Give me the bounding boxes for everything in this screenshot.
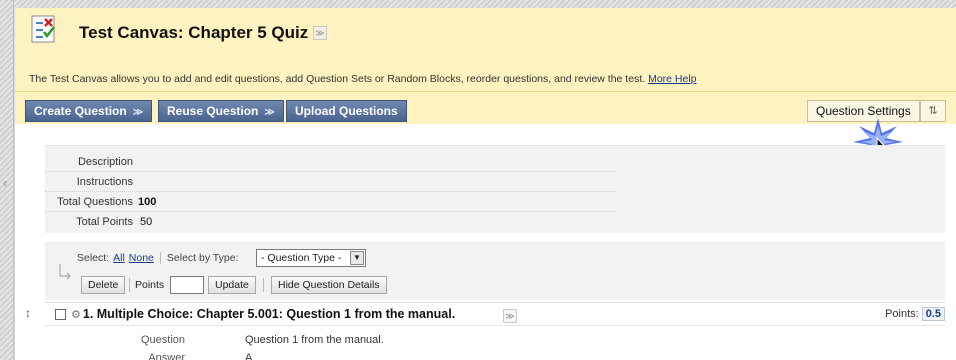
divider (263, 278, 264, 292)
page-header: Test Canvas: Chapter 5 Quiz ≫ The Test C… (15, 8, 956, 92)
select-label: Select: (77, 252, 110, 264)
total-points-value: 50 (140, 216, 153, 228)
question-points: Points: 0.5 (885, 307, 945, 321)
question-header: ⚙ 1. Multiple Choice: Chapter 5.001: Ques… (45, 302, 945, 326)
reuse-question-label: Reuse Question (167, 104, 259, 118)
action-toolbar: Create Question ≫ Reuse Question ≫ Upload … (15, 92, 956, 124)
chevron-left-icon[interactable]: ‹ (3, 176, 7, 190)
create-question-label: Create Question (34, 104, 127, 118)
delete-button[interactable]: Delete (81, 276, 126, 294)
question-type-select[interactable]: - Question Type - ▼ (256, 249, 366, 267)
select-all-link[interactable]: All (113, 252, 125, 264)
answer-text: A (245, 352, 253, 360)
info-instructions-row: Instructions (45, 172, 615, 192)
update-button[interactable]: Update (208, 276, 256, 294)
question-pool-icon: ⚙ (71, 309, 81, 321)
selection-toolbar: Select: All None Select by Type: - Question… (45, 242, 945, 300)
create-question-button[interactable]: Create Question ≫ (25, 100, 153, 122)
divider (129, 278, 130, 292)
question-points-label: Points: (885, 308, 919, 320)
description-text: The Test Canvas allows you to add and ed… (29, 73, 646, 85)
description-label: Description (77, 156, 133, 168)
answer-detail-row: Answer A (45, 352, 252, 360)
divider (159, 252, 161, 265)
question-points-value[interactable]: 0.5 (921, 307, 945, 321)
sort-arrows-icon[interactable]: ⇅ (920, 100, 946, 122)
question-options-chevron-icon[interactable]: ≫ (503, 309, 517, 323)
page-description: The Test Canvas allows you to add and ed… (29, 73, 697, 85)
left-panel-handle[interactable]: ‹ (0, 0, 14, 360)
page-title: Test Canvas: Chapter 5 Quiz (79, 23, 309, 42)
info-total-questions-row: Total Questions 100 (45, 192, 615, 212)
total-points-label: Total Points (76, 216, 133, 228)
dropdown-arrow-icon[interactable]: ▼ (350, 251, 364, 265)
points-label: Points (135, 279, 165, 291)
total-questions-value: 100 (138, 196, 157, 208)
window-top-border (14, 0, 956, 8)
hide-question-details-button[interactable]: Hide Question Details (271, 276, 387, 294)
total-questions-label: Total Questions (57, 196, 133, 208)
test-canvas-page: Test Canvas: Chapter 5 Quiz ≫ The Test C… (15, 8, 956, 360)
question-row: ↕ ⚙ 1. Multiple Choice: Chapter 5.001: Qu… (15, 302, 956, 360)
select-line: Select: All None Select by Type: (77, 252, 239, 265)
question-type-value: - Question Type - (261, 252, 342, 264)
reuse-question-button[interactable]: Reuse Question ≫ (158, 100, 284, 122)
info-total-points-row: Total Points 50 (45, 212, 615, 232)
more-help-link[interactable]: More Help (648, 73, 696, 85)
question-checkbox[interactable] (55, 309, 66, 320)
question-detail-row: Question Question 1 from the manual. (45, 334, 384, 346)
instructions-label: Instructions (76, 176, 133, 188)
chevron-down-icon: ≫ (132, 107, 144, 118)
select-none-link[interactable]: None (129, 252, 154, 264)
question-title: ⚙ 1. Multiple Choice: Chapter 5.001: Ques… (71, 307, 455, 321)
select-by-type-label: Select by Type: (166, 252, 239, 264)
question-text: Question 1 from the manual. (245, 334, 384, 346)
answer-label: Answer (148, 352, 185, 360)
bulk-action-arrow-icon (59, 264, 71, 280)
upload-questions-button[interactable]: Upload Questions (286, 100, 407, 122)
question-title-text: 1. Multiple Choice: Chapter 5.001: Quest… (82, 307, 456, 321)
info-description-row: Description (45, 152, 615, 172)
test-info-panel: Description Instructions Total Questions… (45, 145, 945, 233)
chevron-down-icon: ≫ (264, 107, 275, 118)
question-label: Question (140, 334, 185, 346)
points-input[interactable] (170, 276, 204, 294)
drag-handle-icon[interactable]: ↕ (25, 306, 31, 320)
quiz-icon (31, 15, 55, 43)
title-options-chevron-icon[interactable]: ≫ (313, 26, 327, 40)
